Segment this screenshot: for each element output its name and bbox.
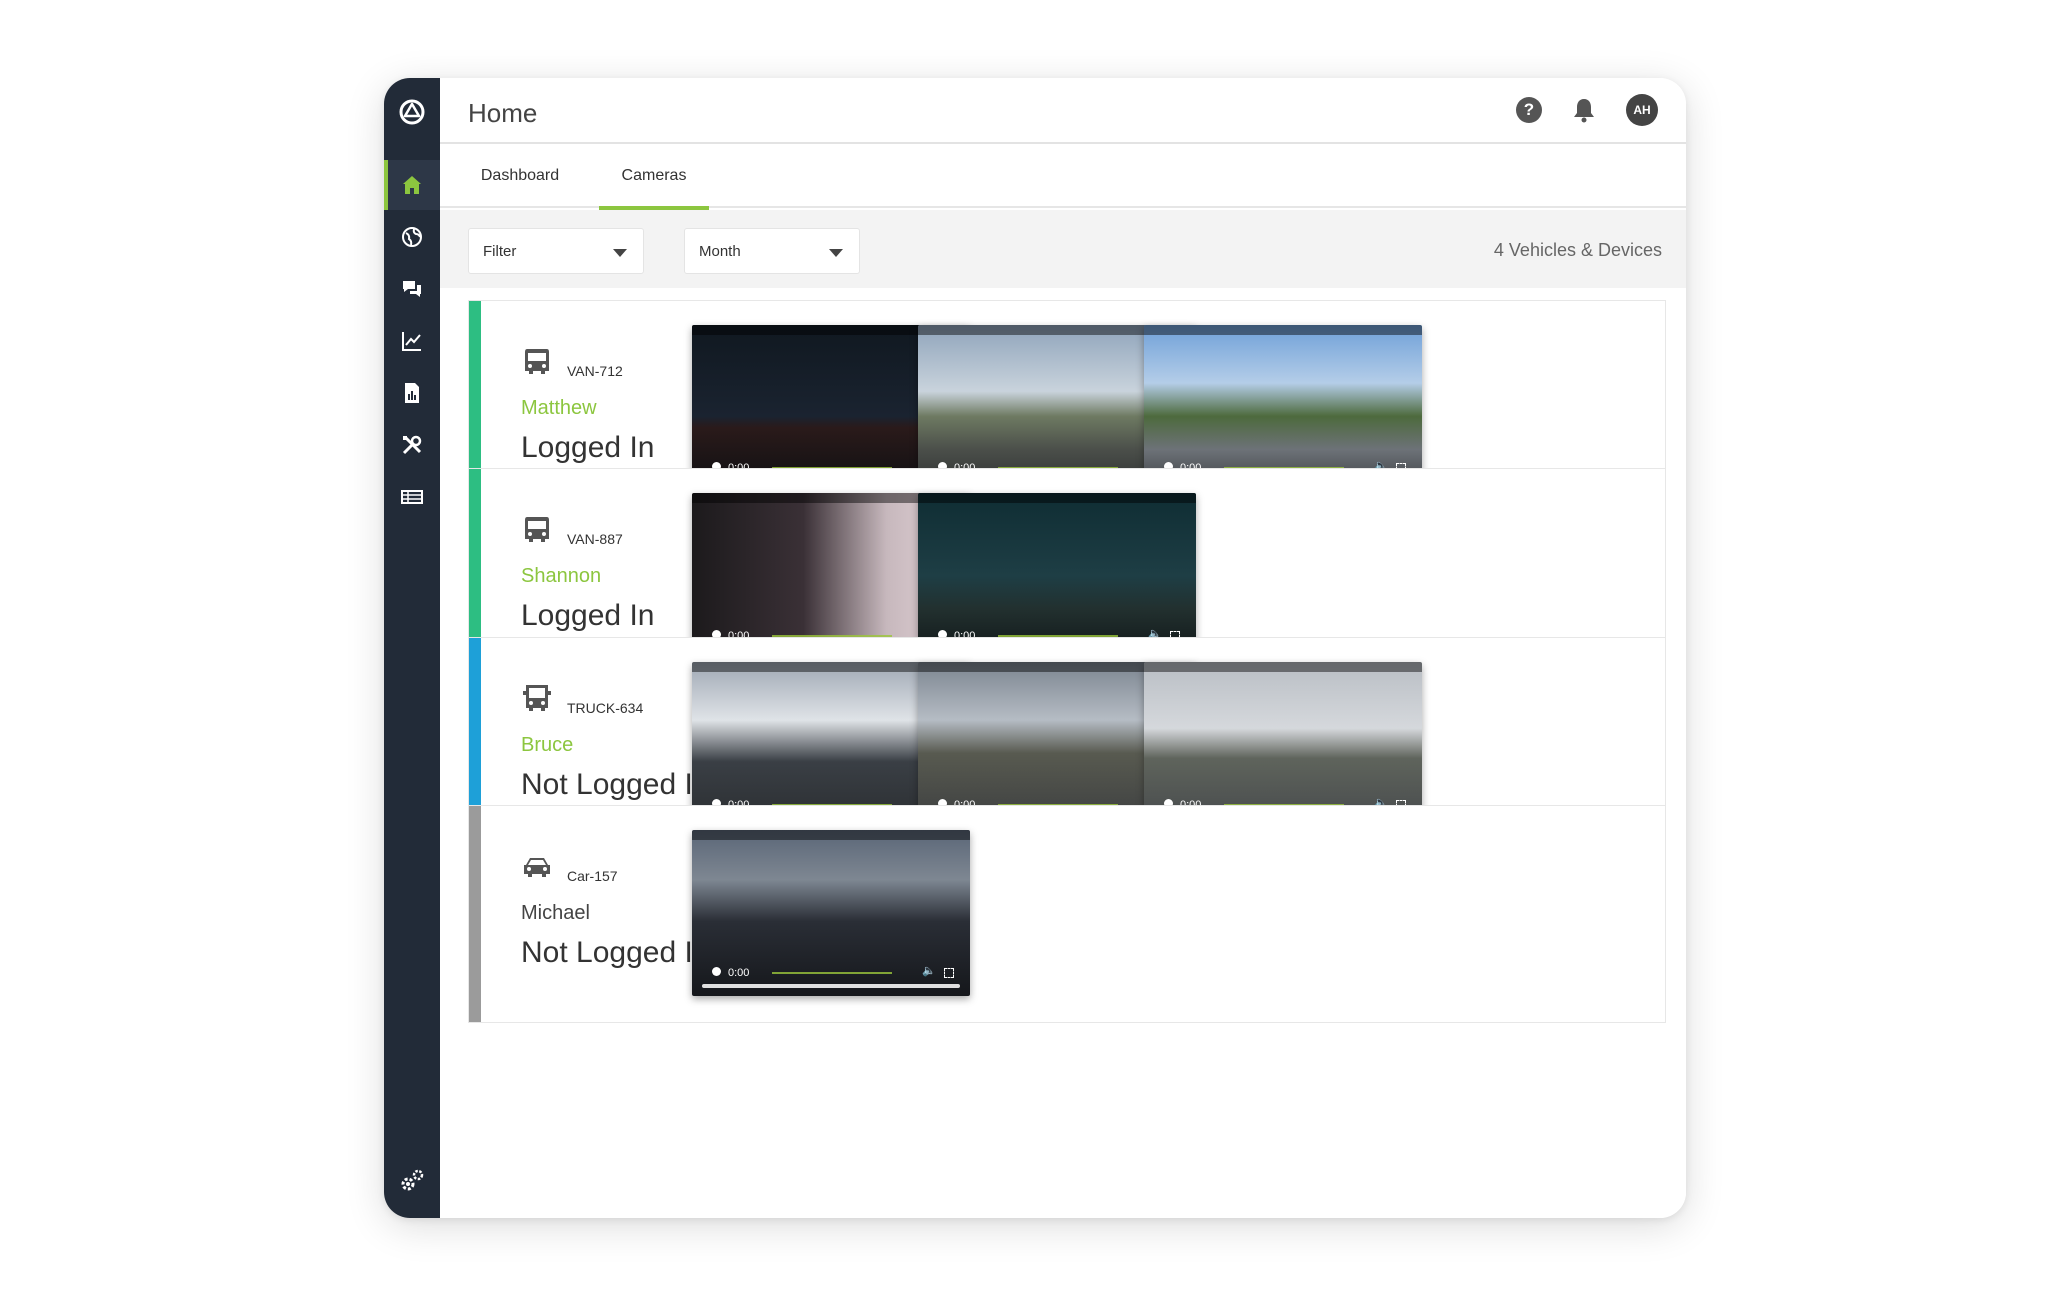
van-icon (525, 349, 549, 374)
list-icon (401, 490, 423, 504)
vehicle-id[interactable]: VAN-712 (567, 363, 623, 379)
globe-icon (402, 227, 422, 247)
video-thumbnail[interactable]: 0:00 🔈 (692, 830, 970, 996)
driver-name[interactable]: Shannon (521, 565, 601, 588)
period-label: Month (699, 242, 741, 260)
vehicle-card[interactable]: Car-157 Michael Not Logged In 0:00 🔈 (468, 805, 1666, 1023)
video-overlay-bar (918, 493, 1196, 503)
main-area: Home ? AH Dashboard Cameras Filter Month (440, 78, 1686, 1218)
tab-bar: Dashboard Cameras (440, 144, 1686, 210)
vehicle-id[interactable]: TRUCK-634 (567, 700, 643, 716)
driver-name[interactable]: Matthew (521, 397, 597, 420)
video-progress-track[interactable] (702, 984, 960, 988)
speed-graph (772, 964, 892, 974)
video-controls: 0:00 🔈 (692, 960, 970, 996)
filter-label: Filter (483, 242, 517, 260)
vehicle-count: 4 Vehicles & Devices (1493, 240, 1662, 260)
speed-graph (998, 627, 1118, 637)
sidebar-item-maintenance[interactable] (384, 420, 440, 470)
volume-icon[interactable]: 🔈 (922, 964, 936, 977)
sidebar (384, 78, 440, 1218)
sidebar-item-settings[interactable] (384, 1156, 440, 1206)
period-dropdown[interactable]: Month (684, 228, 860, 274)
video-thumbnail[interactable]: 0:00 🔈 (918, 493, 1196, 659)
video-thumbnail[interactable]: 0:00 🔈 (1144, 662, 1422, 828)
settings-icon (401, 1169, 424, 1191)
vehicle-id[interactable]: VAN-887 (567, 531, 623, 547)
sidebar-item-home[interactable] (384, 160, 440, 210)
video-thumbnail[interactable]: 0:00 🔈 (1144, 325, 1422, 491)
driver-name[interactable]: Michael (521, 902, 590, 925)
login-status: Logged In (521, 431, 655, 464)
play-icon[interactable] (712, 967, 721, 976)
video-overlay-bar (1144, 325, 1422, 335)
tab-cameras[interactable]: Cameras (599, 144, 709, 210)
sidebar-item-records[interactable] (384, 472, 440, 522)
report-icon (405, 383, 419, 403)
home-icon (403, 176, 421, 194)
sidebar-item-analytics[interactable] (384, 316, 440, 366)
sidebar-item-map[interactable] (384, 212, 440, 262)
truck-icon (523, 685, 551, 711)
app-window: Home ? AH Dashboard Cameras Filter Month (384, 78, 1686, 1218)
van-icon (525, 517, 549, 542)
vehicle-id[interactable]: Car-157 (567, 868, 618, 884)
avatar[interactable]: AH (1626, 94, 1658, 126)
login-status: Not Logged In (521, 936, 710, 969)
login-status: Logged In (521, 599, 655, 632)
fullscreen-icon[interactable] (944, 968, 954, 978)
filter-dropdown[interactable]: Filter (468, 228, 644, 274)
status-stripe (469, 806, 481, 1022)
driver-name[interactable]: Bruce (521, 734, 573, 757)
page-title: Home (468, 98, 538, 128)
chevron-down-icon (613, 249, 627, 257)
tab-dashboard[interactable]: Dashboard (462, 144, 578, 208)
brand-logo[interactable] (397, 97, 427, 127)
login-status: Not Logged In (521, 768, 710, 801)
chevron-down-icon (829, 249, 843, 257)
trend-chart-icon (402, 332, 421, 351)
sidebar-item-reports[interactable] (384, 368, 440, 418)
sidebar-item-messages[interactable] (384, 264, 440, 314)
help-icon[interactable]: ? (1516, 97, 1542, 123)
header: Home ? AH (440, 78, 1686, 144)
tools-icon (402, 435, 422, 455)
video-overlay-bar (1144, 662, 1422, 672)
video-time: 0:00 (728, 967, 750, 979)
messages-icon (403, 281, 421, 297)
car-icon (524, 858, 550, 877)
bell-icon[interactable] (1572, 97, 1596, 123)
video-overlay-bar (692, 830, 970, 840)
vehicle-list: VAN-712 Matthew Logged In 0:00 🔈 0:00 🔈 (440, 288, 1686, 1218)
speed-graph (772, 627, 892, 637)
